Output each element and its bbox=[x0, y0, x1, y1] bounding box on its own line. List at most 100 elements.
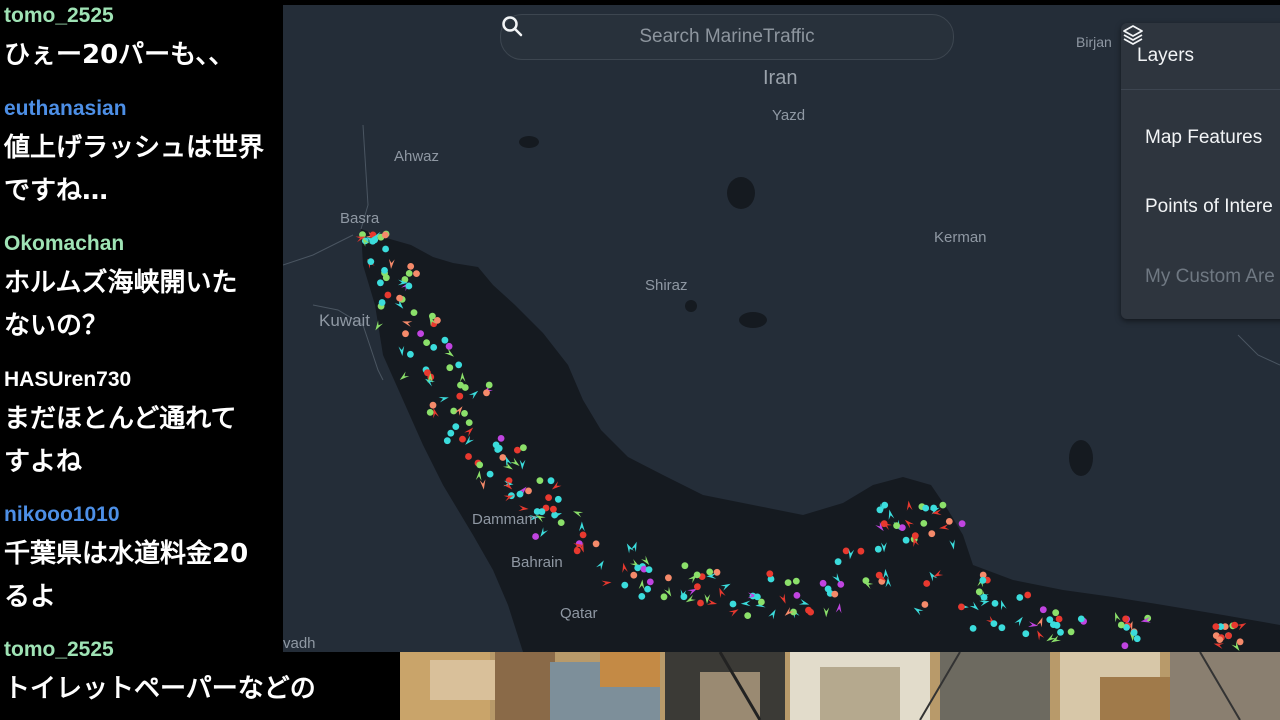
vessel-dot[interactable] bbox=[729, 600, 737, 608]
vessel-dot[interactable] bbox=[520, 444, 527, 452]
vessel-dot[interactable] bbox=[405, 270, 413, 277]
vessel-dot[interactable] bbox=[644, 585, 651, 593]
vessel-dot[interactable] bbox=[621, 581, 629, 589]
vessel-dot[interactable] bbox=[980, 593, 988, 601]
vessel-dot[interactable] bbox=[1016, 594, 1024, 601]
vessel-dot[interactable] bbox=[465, 419, 473, 426]
vessel-dot[interactable] bbox=[459, 435, 466, 443]
vessel-dot[interactable] bbox=[837, 581, 845, 588]
vessel-dot[interactable] bbox=[452, 423, 460, 430]
vessel-dot[interactable] bbox=[1077, 615, 1085, 623]
vessel-dot[interactable] bbox=[514, 446, 521, 454]
vessel-dot[interactable] bbox=[461, 410, 468, 417]
vessel-dot[interactable] bbox=[1216, 636, 1224, 643]
vessel-dot[interactable] bbox=[407, 263, 415, 270]
vessel-dot[interactable] bbox=[446, 364, 454, 372]
marine-traffic-map[interactable]: Iran Yazd Ahwaz Basra Kuwait Shiraz Kerm… bbox=[283, 5, 1280, 652]
vessel-dot[interactable] bbox=[807, 608, 814, 616]
vessel-dot[interactable] bbox=[532, 533, 539, 540]
vessel-dot[interactable] bbox=[461, 384, 469, 391]
vessel-dot[interactable] bbox=[928, 530, 936, 538]
vessel-dot[interactable] bbox=[758, 598, 765, 606]
vessel-dot[interactable] bbox=[958, 520, 966, 528]
vessel-dot[interactable] bbox=[842, 547, 850, 555]
vessel-dot[interactable] bbox=[367, 258, 375, 265]
vessel-dot[interactable] bbox=[516, 490, 524, 498]
vessel-dot[interactable] bbox=[831, 590, 839, 598]
vessel-dot[interactable] bbox=[893, 522, 900, 529]
vessel-dot[interactable] bbox=[920, 520, 928, 527]
vessel-dot[interactable] bbox=[402, 330, 409, 338]
vessel-dot[interactable] bbox=[445, 342, 453, 350]
vessel-dot[interactable] bbox=[545, 494, 552, 501]
vessel-dot[interactable] bbox=[426, 409, 434, 416]
search-bar[interactable]: Search MarineTraffic bbox=[500, 14, 954, 60]
vessel-dot[interactable] bbox=[911, 532, 919, 540]
vessel-dot[interactable] bbox=[1212, 623, 1220, 630]
vessel-dot[interactable] bbox=[405, 282, 413, 290]
vessel-dot[interactable] bbox=[378, 299, 386, 306]
vessel-dot[interactable] bbox=[939, 501, 947, 509]
vessel-dot[interactable] bbox=[536, 477, 544, 484]
vessel-dot[interactable] bbox=[1057, 628, 1064, 636]
vessel-dot[interactable] bbox=[1225, 632, 1232, 640]
vessel-dot[interactable] bbox=[660, 593, 668, 601]
vessel-dot[interactable] bbox=[693, 571, 701, 579]
vessel-dot[interactable] bbox=[645, 566, 653, 573]
vessel-dot[interactable] bbox=[579, 531, 587, 539]
layers-header[interactable]: Layers bbox=[1121, 23, 1280, 90]
vessel-dot[interactable] bbox=[396, 294, 403, 302]
vessel-dot[interactable] bbox=[998, 624, 1006, 632]
vessel-dot[interactable] bbox=[499, 454, 507, 461]
vessel-dot[interactable] bbox=[766, 570, 774, 578]
vessel-dot[interactable] bbox=[455, 361, 463, 369]
vessel-dot[interactable] bbox=[377, 279, 384, 287]
vessel-dot[interactable] bbox=[881, 501, 889, 509]
vessel-dot[interactable] bbox=[456, 392, 464, 400]
vessel-dot[interactable] bbox=[969, 625, 977, 632]
vessel-dot[interactable] bbox=[784, 579, 792, 586]
vessel-dot[interactable] bbox=[923, 580, 931, 587]
vessel-dot[interactable] bbox=[824, 585, 832, 593]
vessel-dot[interactable] bbox=[1024, 591, 1032, 599]
vessel-dot[interactable] bbox=[991, 600, 999, 607]
vessel-dot[interactable] bbox=[547, 477, 555, 485]
vessel-dot[interactable] bbox=[1067, 628, 1075, 636]
vessel-dot[interactable] bbox=[382, 245, 389, 253]
vessel-dot[interactable] bbox=[1046, 616, 1054, 623]
vessel-dot[interactable] bbox=[1022, 630, 1030, 638]
vessel-dot[interactable] bbox=[417, 330, 424, 337]
vessel-dot[interactable] bbox=[443, 437, 451, 445]
search-input[interactable]: Search MarineTraffic bbox=[639, 26, 814, 48]
layers-item-my-custom-areas[interactable]: My Custom Are bbox=[1145, 266, 1275, 288]
vessel-dot[interactable] bbox=[413, 270, 420, 277]
vessel-dot[interactable] bbox=[958, 603, 965, 611]
vessel-dot[interactable] bbox=[990, 620, 998, 627]
vessel-dot[interactable] bbox=[862, 577, 870, 584]
vessel-dot[interactable] bbox=[551, 511, 558, 519]
vessel-dot[interactable] bbox=[382, 274, 390, 282]
vessel-dot[interactable] bbox=[706, 568, 714, 576]
vessel-dot[interactable] bbox=[1052, 609, 1060, 617]
vessel-dot[interactable] bbox=[550, 505, 557, 513]
vessel-dot[interactable] bbox=[680, 593, 688, 601]
vessel-dot[interactable] bbox=[1236, 638, 1244, 646]
layers-item-points-of-interest[interactable]: Points of Intere bbox=[1145, 196, 1273, 218]
vessel-dot[interactable] bbox=[407, 350, 414, 358]
vessel-dot[interactable] bbox=[486, 470, 494, 478]
vessel-dot[interactable] bbox=[975, 588, 983, 596]
vessel-dot[interactable] bbox=[638, 593, 646, 600]
vessel-dot[interactable] bbox=[485, 381, 493, 389]
vessel-dot[interactable] bbox=[554, 495, 562, 503]
vessel-dot[interactable] bbox=[921, 601, 929, 608]
vessel-dot[interactable] bbox=[450, 407, 458, 415]
vessel-dot[interactable] bbox=[465, 453, 472, 460]
vessel-dot[interactable] bbox=[381, 267, 388, 274]
vessel-dot[interactable] bbox=[410, 309, 418, 316]
vessel-dot[interactable] bbox=[525, 487, 532, 495]
vessel-dot[interactable] bbox=[429, 401, 437, 409]
vessel-dot[interactable] bbox=[876, 506, 884, 514]
vessel-dot[interactable] bbox=[922, 504, 930, 512]
vessel-dot[interactable] bbox=[430, 344, 438, 351]
vessel-dot[interactable] bbox=[979, 576, 987, 584]
